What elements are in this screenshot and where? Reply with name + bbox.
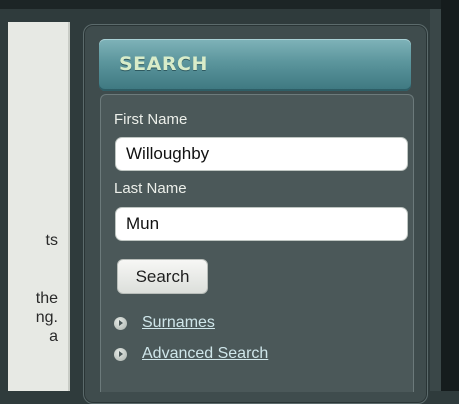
first-name-label: First Name bbox=[114, 111, 188, 128]
search-widget-title: SEARCH bbox=[119, 53, 208, 75]
advanced-search-link-row[interactable]: Advanced Search bbox=[114, 344, 268, 364]
last-name-label: Last Name bbox=[114, 180, 187, 197]
content-text-fragment: the bbox=[35, 290, 58, 307]
content-text-fragment: ts bbox=[45, 232, 58, 249]
content-text-fragment: ng. bbox=[35, 309, 58, 326]
right-edge bbox=[441, 0, 459, 391]
last-name-input[interactable] bbox=[115, 207, 408, 241]
top-bar bbox=[0, 0, 459, 9]
search-button[interactable]: Search bbox=[117, 259, 208, 294]
right-gutter bbox=[430, 9, 441, 391]
main-content-panel: ts the ng. a bbox=[8, 22, 70, 391]
content-text-fragment: a bbox=[49, 328, 58, 345]
advanced-search-link[interactable]: Advanced Search bbox=[142, 345, 268, 363]
surnames-link[interactable]: Surnames bbox=[142, 314, 215, 332]
surnames-link-row[interactable]: Surnames bbox=[114, 313, 215, 333]
chevron-right-icon bbox=[114, 347, 127, 361]
chevron-right-icon bbox=[114, 316, 127, 330]
search-widget-header: SEARCH bbox=[99, 39, 411, 91]
first-name-input[interactable] bbox=[115, 137, 408, 171]
